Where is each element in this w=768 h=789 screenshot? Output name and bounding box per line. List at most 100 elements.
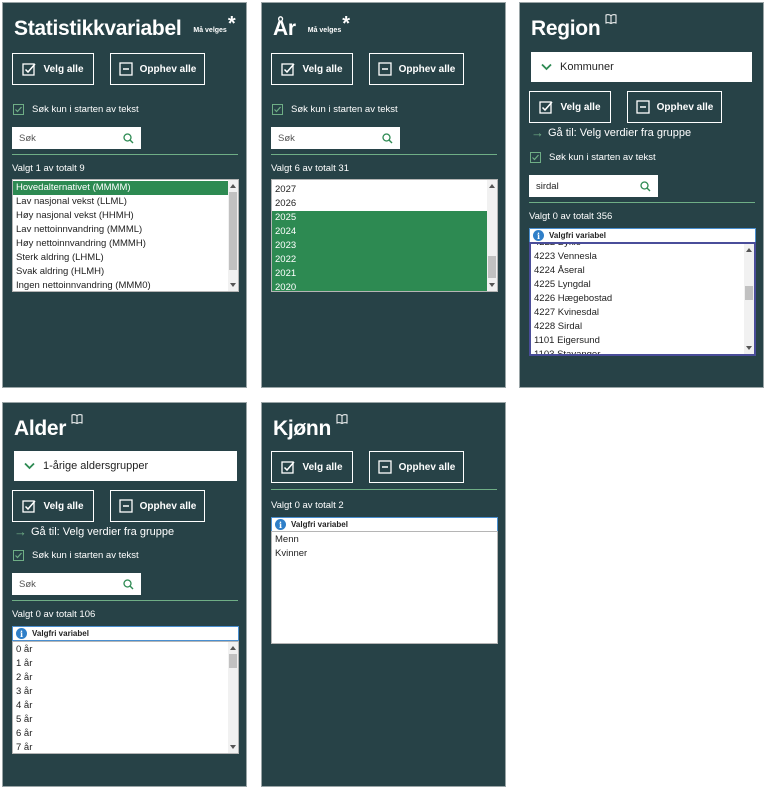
list-item[interactable]: 1 år: [13, 657, 228, 671]
goto-group-link[interactable]: → Gå til: Velg verdier fra gruppe: [531, 125, 691, 140]
info-icon: i: [533, 230, 544, 241]
list-item[interactable]: Lav nettoinnvandring (MMML): [13, 223, 228, 237]
search-input[interactable]: Søk: [12, 127, 141, 149]
panel-title-text: År: [273, 17, 296, 40]
optional-text: Valgfri variabel: [549, 231, 606, 240]
checkbox-checked-icon: [530, 152, 541, 163]
list-item[interactable]: Kvinner: [272, 547, 497, 561]
search-start-label: Søk kun i starten av tekst: [549, 152, 656, 163]
search-input[interactable]: Søk: [271, 127, 400, 149]
list-item[interactable]: 3 år: [13, 685, 228, 699]
search-icon: [123, 578, 134, 589]
deselect-all-button[interactable]: Opphev alle: [110, 53, 205, 85]
select-all-button[interactable]: Velg alle: [12, 490, 94, 522]
list-item[interactable]: 2027: [272, 183, 487, 197]
deselect-all-button[interactable]: Opphev alle: [110, 490, 205, 522]
select-all-button[interactable]: Velg alle: [529, 91, 611, 123]
panel-title: Region: [531, 14, 617, 41]
list-item[interactable]: 4 år: [13, 699, 228, 713]
list-item[interactable]: Hovedalternativet (MMMM): [13, 181, 228, 195]
selection-count: Valgt 1 av totalt 9: [12, 163, 85, 174]
search-input[interactable]: sirdal: [529, 175, 658, 197]
list-item[interactable]: 4224 Åseral: [531, 264, 744, 278]
list-item[interactable]: 4226 Hægebostad: [531, 292, 744, 306]
search-start-checkbox[interactable]: Søk kun i starten av tekst: [13, 550, 139, 561]
list-item[interactable]: Høy nettoinnvandring (MMMH): [13, 237, 228, 251]
select-all-label: Velg alle: [560, 101, 601, 113]
list-item[interactable]: 4228 Sirdal: [531, 320, 744, 334]
value-list[interactable]: 2027 2026 2025 2024 2023 2022 2021 2020: [271, 179, 498, 292]
goto-group-link[interactable]: → Gå til: Velg verdier fra gruppe: [14, 524, 174, 539]
list-item[interactable]: Ingen nettoinnvandring (MMM0): [13, 279, 228, 291]
list-item-partial[interactable]: 4222 Bykle: [531, 244, 744, 250]
value-list[interactable]: 0 år 1 år 2 år 3 år 4 år 5 år 6 år 7 år: [12, 641, 239, 754]
search-start-checkbox[interactable]: Søk kun i starten av tekst: [13, 104, 139, 115]
optional-text: Valgfri variabel: [32, 629, 89, 638]
panel-region: Region Kommuner Velg alle Opphev alle → …: [519, 2, 764, 388]
arrow-right-icon: →: [531, 125, 544, 140]
list-item[interactable]: 2021: [272, 267, 487, 281]
minus-box-icon: [119, 62, 133, 76]
book-icon[interactable]: [336, 414, 348, 424]
deselect-all-label: Opphev alle: [139, 63, 197, 75]
minus-box-icon: [378, 460, 392, 474]
deselect-all-label: Opphev alle: [139, 500, 197, 512]
list-item[interactable]: 2026: [272, 197, 487, 211]
deselect-all-button[interactable]: Opphev alle: [369, 53, 464, 85]
list-item[interactable]: 2 år: [13, 671, 228, 685]
list-item[interactable]: 6 år: [13, 727, 228, 741]
checkbox-checked-icon: [13, 550, 24, 561]
list-item[interactable]: 2022: [272, 253, 487, 267]
search-icon: [382, 132, 393, 143]
scrollbar[interactable]: [744, 244, 754, 354]
list-item[interactable]: 2024: [272, 225, 487, 239]
list-item[interactable]: 2020: [272, 281, 487, 291]
required-mark: *: [227, 13, 236, 35]
deselect-all-label: Opphev alle: [656, 101, 714, 113]
value-list[interactable]: Menn Kvinner: [271, 531, 498, 644]
list-item[interactable]: 5 år: [13, 713, 228, 727]
deselect-all-button[interactable]: Opphev alle: [627, 91, 722, 123]
scrollbar[interactable]: [228, 180, 238, 291]
group-dropdown[interactable]: 1-årige aldersgrupper: [14, 451, 237, 481]
panel-alder: Alder 1-årige aldersgrupper Velg alle Op…: [2, 402, 247, 787]
list-item[interactable]: Svak aldring (HLMH): [13, 265, 228, 279]
checkbox-checked-icon: [13, 104, 24, 115]
list-item[interactable]: Menn: [272, 533, 497, 547]
group-dropdown[interactable]: Kommuner: [531, 52, 752, 82]
list-item[interactable]: 7 år: [13, 741, 228, 753]
scrollbar[interactable]: [487, 180, 497, 291]
list-item[interactable]: 2025: [272, 211, 487, 225]
list-item[interactable]: 0 år: [13, 643, 228, 657]
search-start-checkbox[interactable]: Søk kun i starten av tekst: [530, 152, 656, 163]
select-all-button[interactable]: Velg alle: [271, 53, 353, 85]
select-all-button[interactable]: Velg alle: [271, 451, 353, 483]
deselect-all-button[interactable]: Opphev alle: [369, 451, 464, 483]
list-item[interactable]: 1103 Stavanger: [531, 348, 744, 354]
list-item[interactable]: 4227 Kvinesdal: [531, 306, 744, 320]
value-list[interactable]: 4222 Bykle 4223 Vennesla 4224 Åseral 4225 …: [529, 242, 756, 356]
panel-kjonn: Kjønn Velg alle Opphev alle Valgt 0 av t…: [261, 402, 506, 787]
list-item[interactable]: Sterk aldring (LHML): [13, 251, 228, 265]
scrollbar[interactable]: [228, 642, 238, 753]
list-item[interactable]: Lav nasjonal vekst (LLML): [13, 195, 228, 209]
value-list[interactable]: Hovedalternativet (MMMM) Lav nasjonal vek…: [12, 179, 239, 292]
search-start-checkbox[interactable]: Søk kun i starten av tekst: [272, 104, 398, 115]
list-item[interactable]: 2023: [272, 239, 487, 253]
select-all-label: Velg alle: [43, 63, 84, 75]
required-label: Må velges: [307, 27, 342, 34]
select-all-button[interactable]: Velg alle: [12, 53, 94, 85]
list-item[interactable]: 4225 Lyngdal: [531, 278, 744, 292]
list-item[interactable]: 4223 Vennesla: [531, 250, 744, 264]
book-icon[interactable]: [605, 14, 617, 24]
list-item[interactable]: Høy nasjonal vekst (HHMH): [13, 209, 228, 223]
checkbox-checked-icon: [281, 63, 296, 76]
selection-count: Valgt 6 av totalt 31: [271, 163, 349, 174]
panel-ar: År Må velges * Velg alle Opphev alle Søk…: [261, 2, 506, 388]
book-icon[interactable]: [71, 414, 83, 424]
list-item[interactable]: 1101 Eigersund: [531, 334, 744, 348]
goto-label: Gå til: Velg verdier fra gruppe: [548, 126, 692, 139]
deselect-all-label: Opphev alle: [398, 461, 456, 473]
optional-variable-label: i Valgfri variabel: [12, 626, 239, 641]
search-input[interactable]: Søk: [12, 573, 141, 595]
